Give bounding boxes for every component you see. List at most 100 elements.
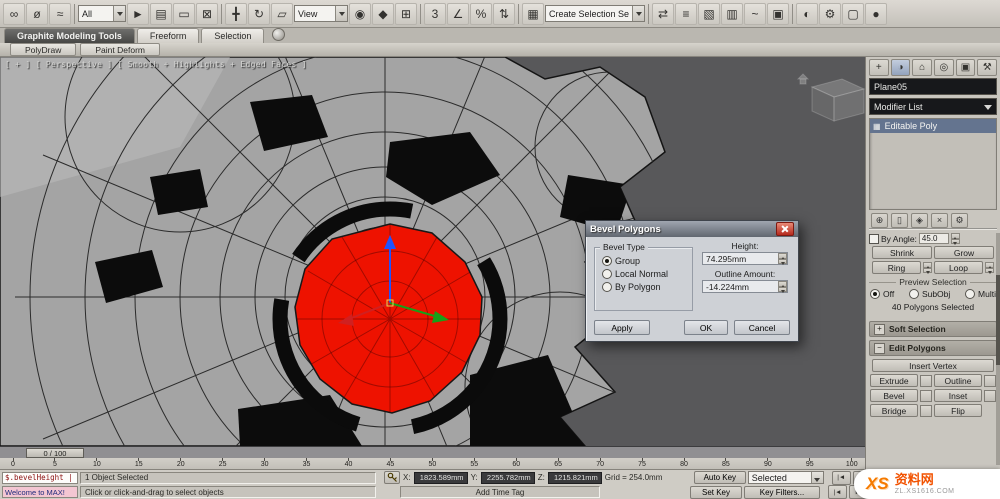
timeline-ruler[interactable]: 0 5 10 15 20 25 30 35 40 45 50 55 60 65 70 75 80 85 90 95 10…	[0, 458, 865, 470]
command-panel-modify-tab[interactable]: ◑	[890, 59, 911, 76]
scrollbar-thumb[interactable]	[996, 275, 1000, 365]
mirror-icon[interactable]: ⇄	[652, 2, 674, 25]
rendered-frame-window-icon[interactable]: ▢	[842, 2, 864, 25]
preview-multi-radio[interactable]: Multi	[965, 289, 996, 299]
command-panel-utilities-tab[interactable]: ⚒	[977, 59, 998, 76]
spinner-down-icon[interactable]	[985, 267, 994, 273]
loop-button[interactable]: Loop	[934, 261, 983, 274]
select-and-move-icon[interactable]: ╋	[225, 2, 247, 25]
selection-lock-toggle[interactable]	[384, 471, 400, 484]
outline-settings-button[interactable]	[984, 374, 996, 387]
z-coordinate-field[interactable]: 1215.821mm	[547, 471, 602, 484]
dialog-titlebar[interactable]: Bevel Polygons	[586, 221, 798, 237]
spinner-snap-icon[interactable]: ⇅	[493, 2, 515, 25]
select-by-name-icon[interactable]: ▤	[150, 2, 172, 25]
select-and-rotate-icon[interactable]: ↻	[248, 2, 270, 25]
spinner-down-icon[interactable]	[778, 258, 787, 264]
show-end-result-icon[interactable]: ▯	[891, 212, 908, 228]
edit-polygons-rollout[interactable]: − Edit Polygons	[869, 340, 997, 356]
by-angle-checkbox[interactable]	[869, 233, 879, 244]
selection-set-dropdown[interactable]: Selected	[747, 471, 824, 484]
cancel-button[interactable]: Cancel	[734, 320, 790, 335]
make-unique-icon[interactable]: ◈	[911, 212, 928, 228]
layer-manager-icon[interactable]: ▧	[698, 2, 720, 25]
ribbon-config-icon[interactable]	[272, 28, 286, 41]
select-and-manipulate-icon[interactable]: ◆	[372, 2, 394, 25]
ribbon-tab-graphite-modeling-tools[interactable]: Graphite Modeling Tools	[4, 28, 135, 43]
render-setup-icon[interactable]: ⚙	[819, 2, 841, 25]
maxscript-macro-recorder[interactable]: Welcome to MAX!	[2, 486, 78, 498]
keyboard-shortcut-override-icon[interactable]: ⊞	[395, 2, 417, 25]
previous-key-button[interactable]: |◄	[828, 485, 847, 499]
select-and-link-icon[interactable]: ∞	[3, 2, 25, 25]
extrude-button[interactable]: Extrude	[870, 374, 918, 387]
reference-coordinate-dropdown[interactable]: View	[294, 5, 348, 22]
command-panel-hierarchy-tab[interactable]: ⌂	[912, 59, 933, 76]
stack-item-editable-poly[interactable]: ▦ Editable Poly	[870, 119, 996, 133]
material-editor-icon[interactable]: ◐	[796, 2, 818, 25]
percent-snap-icon[interactable]: %	[470, 2, 492, 25]
named-selection-set-dropdown[interactable]: Create Selection Se	[545, 5, 645, 22]
bind-to-space-warp-icon[interactable]: ≈	[49, 2, 71, 25]
command-panel-create-tab[interactable]: +	[869, 59, 889, 76]
snap-toggle-icon[interactable]: 3	[424, 2, 446, 25]
bevel-button[interactable]: Bevel	[870, 389, 918, 402]
preview-off-radio[interactable]: Off	[870, 289, 894, 299]
apply-button[interactable]: Apply	[594, 320, 650, 335]
ribbon-tab-freeform[interactable]: Freeform	[136, 28, 200, 43]
modifier-stack[interactable]: ▦ Editable Poly	[869, 118, 997, 210]
outline-button[interactable]: Outline	[934, 374, 982, 387]
ring-button[interactable]: Ring	[872, 261, 921, 274]
ribbon-subtab-paint-deform[interactable]: Paint Deform	[80, 43, 160, 56]
bevel-type-group-radio[interactable]: Group	[602, 256, 692, 266]
shrink-button[interactable]: Shrink	[872, 246, 932, 259]
spinner-down-icon[interactable]	[923, 267, 932, 273]
ribbon-subtab-polydraw[interactable]: PolyDraw	[10, 43, 77, 56]
x-coordinate-field[interactable]: 1823.589mm	[413, 471, 468, 484]
configure-modifier-sets-icon[interactable]: ⚙	[951, 212, 968, 228]
perspective-viewport[interactable]: [ + ] [ Perspective ] [ Smooth + Highlig…	[0, 57, 865, 446]
render-production-icon[interactable]: ●	[865, 2, 887, 25]
selection-filter-dropdown[interactable]: All	[78, 5, 126, 22]
ribbon-tab-selection[interactable]: Selection	[201, 28, 265, 43]
go-to-start-button[interactable]: |◄	[831, 470, 851, 485]
inset-button[interactable]: Inset	[934, 389, 982, 402]
select-and-scale-icon[interactable]: ▱	[271, 2, 293, 25]
auto-key-button[interactable]: Auto Key	[693, 471, 746, 484]
ok-button[interactable]: OK	[684, 320, 728, 335]
use-pivot-point-center-icon[interactable]: ◉	[349, 2, 371, 25]
object-name-field[interactable]: Plane05	[869, 78, 997, 95]
remove-modifier-icon[interactable]: ×	[931, 212, 948, 228]
height-field[interactable]: 74.295mm	[702, 252, 788, 265]
bevel-type-by-polygon-radio[interactable]: By Polygon	[602, 282, 692, 292]
close-icon[interactable]	[776, 222, 794, 236]
insert-vertex-button[interactable]: Insert Vertex	[872, 359, 994, 372]
viewport-label[interactable]: [ + ] [ Perspective ] [ Smooth + Highlig…	[5, 60, 307, 69]
command-panel-display-tab[interactable]: ▣	[955, 59, 976, 76]
set-key-button[interactable]: Set Key	[690, 485, 742, 499]
spinner-down-icon[interactable]	[950, 238, 960, 244]
command-panel-motion-tab[interactable]: ◎	[934, 59, 954, 76]
rectangular-selection-region-icon[interactable]: ▭	[173, 2, 195, 25]
key-filters-button[interactable]: Key Filters...	[744, 485, 820, 499]
preview-subobj-radio[interactable]: SubObj	[908, 289, 950, 299]
grow-button[interactable]: Grow	[934, 246, 994, 259]
panel-scrollbar[interactable]	[996, 233, 1000, 465]
unlink-selection-icon[interactable]: ø	[26, 2, 48, 25]
pin-stack-icon[interactable]: ⊕	[871, 212, 888, 228]
window-crossing-icon[interactable]: ⊠	[196, 2, 218, 25]
spinner-down-icon[interactable]	[778, 286, 787, 292]
curve-editor-icon[interactable]: ~	[744, 2, 766, 25]
select-object-icon[interactable]: ►	[127, 2, 149, 25]
inset-settings-button[interactable]	[984, 389, 996, 402]
bridge-button[interactable]: Bridge	[870, 404, 918, 417]
outline-amount-field[interactable]: -14.224mm	[702, 280, 788, 293]
schematic-view-icon[interactable]: ▣	[767, 2, 789, 25]
bevel-settings-button[interactable]	[920, 389, 932, 402]
align-icon[interactable]: ≡	[675, 2, 697, 25]
by-angle-field[interactable]: 45.0	[918, 233, 949, 244]
bridge-settings-button[interactable]	[920, 404, 932, 417]
time-slider-handle[interactable]: 0 / 100	[26, 448, 84, 458]
modifier-list-dropdown[interactable]: Modifier List	[869, 98, 997, 115]
maxscript-mini-listener[interactable]: $.bevelHeight |	[2, 471, 78, 484]
